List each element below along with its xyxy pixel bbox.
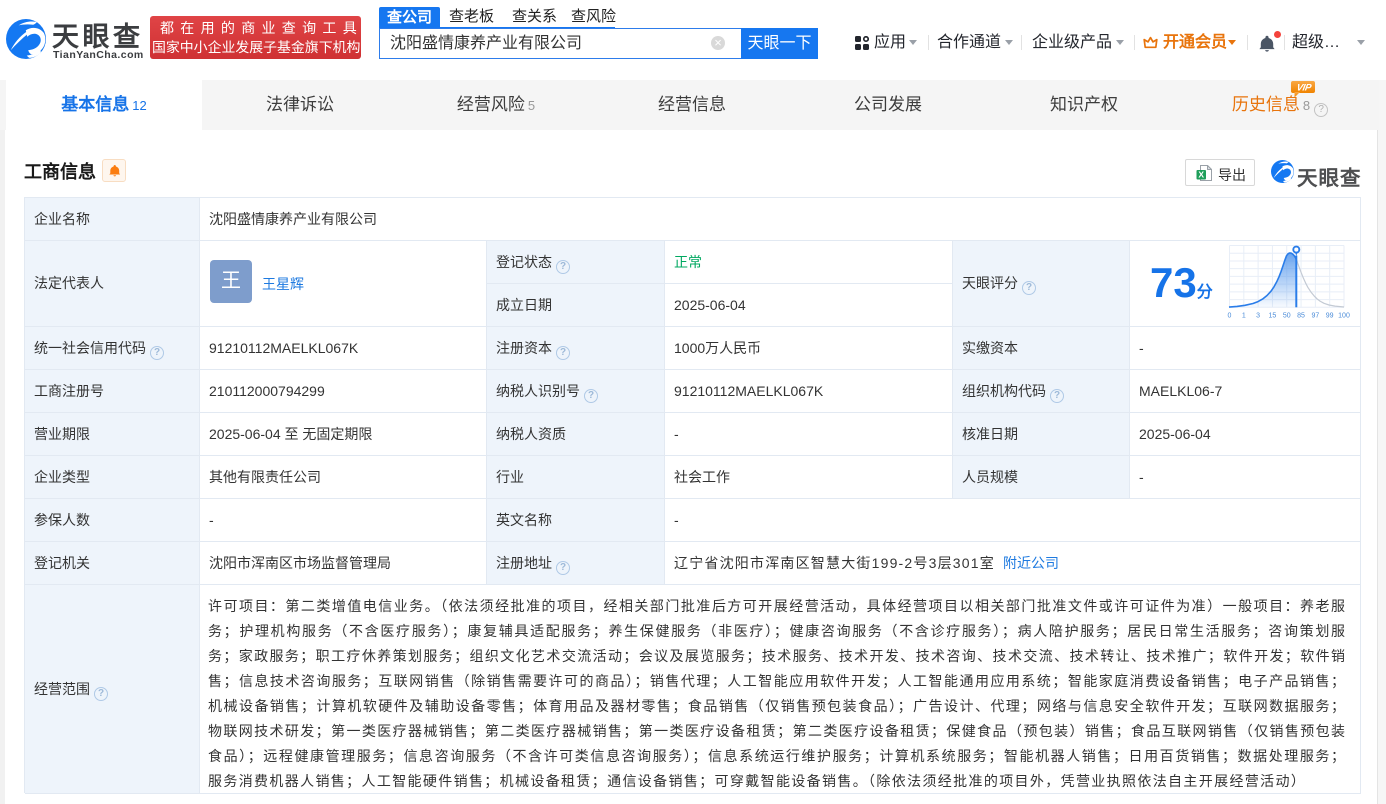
svg-text:VIP: VIP [1296,83,1313,94]
svg-text:0: 0 [1228,313,1232,320]
svg-text:85: 85 [1297,313,1305,320]
svg-text:100: 100 [1338,313,1350,320]
svg-text:3: 3 [1256,313,1260,320]
svg-text:15: 15 [1269,313,1277,320]
svg-text:1: 1 [1242,313,1246,320]
svg-text:99: 99 [1326,313,1334,320]
svg-text:97: 97 [1311,313,1319,320]
svg-text:50: 50 [1283,313,1291,320]
svg-text:X: X [1198,170,1204,180]
